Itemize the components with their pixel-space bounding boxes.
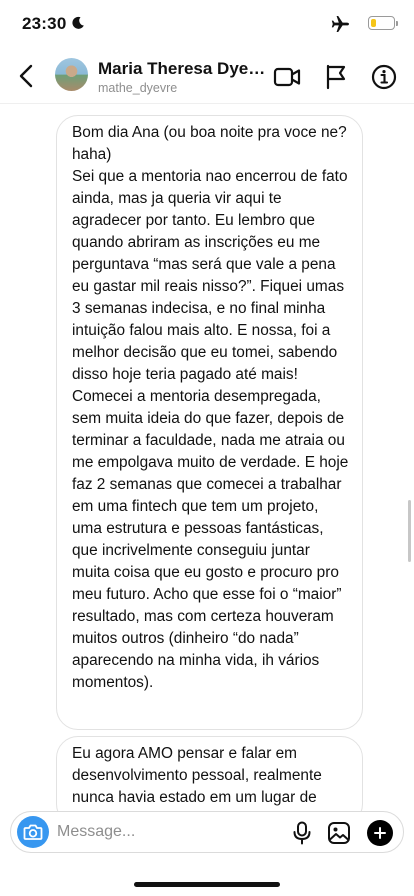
message-composer [10,811,404,853]
contact-name[interactable]: Maria Theresa Dyevre [98,59,266,79]
message-paragraph: Sei que a mentoria nao encerrou de fato … [72,168,348,383]
video-call-icon[interactable] [273,63,301,91]
camera-button[interactable] [17,816,49,848]
microphone-icon[interactable] [291,821,313,845]
message-paragraph: Bom dia Ana (ou boa noite pra voce ne? h… [72,124,347,163]
status-time: 23:30 [22,14,67,33]
airplane-icon [331,16,349,32]
camera-icon [23,824,43,840]
info-icon[interactable] [370,63,398,91]
message-input[interactable] [57,819,267,845]
moon-icon [72,16,84,29]
battery-level [370,18,376,27]
contact-handle[interactable]: mathe_dyevre [98,81,177,95]
gallery-icon[interactable] [327,821,351,845]
back-icon[interactable] [14,62,40,90]
message-bubble[interactable]: Bom dia Ana (ou boa noite pra voce ne? h… [56,115,363,730]
message-paragraph: Eu agora AMO pensar e falar em desenvolv… [72,745,322,806]
home-indicator[interactable] [134,882,280,887]
battery-icon [368,16,398,30]
scrollbar[interactable] [408,500,411,562]
flag-icon[interactable] [322,63,350,91]
chat-header: Maria Theresa Dyevre mathe_dyevre [0,50,414,104]
plus-icon[interactable] [367,820,393,846]
message-paragraph: Comecei a mentoria desempregada, sem mui… [72,388,349,691]
status-bar: 23:30 [0,0,414,50]
avatar[interactable] [55,58,88,91]
